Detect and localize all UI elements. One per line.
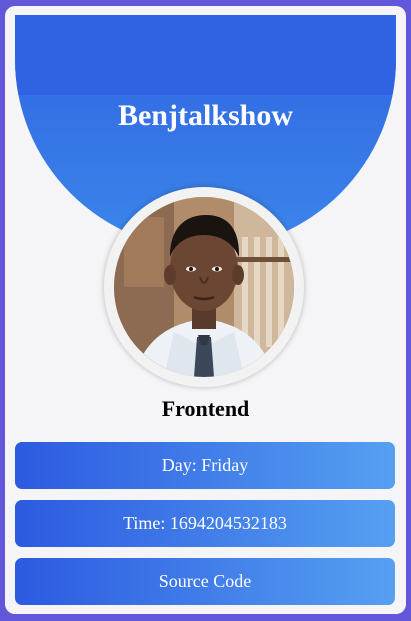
avatar-frame [104,187,304,387]
day-button[interactable]: Day: Friday [15,442,395,489]
avatar-photo [114,197,294,377]
avatar [114,197,294,377]
profile-role: Frontend [161,396,250,421]
profile-name: Benjtalkshow [117,99,294,132]
source-code-button[interactable]: Source Code [15,558,395,605]
time-button[interactable]: Time: 1694204532183 [15,500,395,547]
profile-card: Benjtalkshow Frontend Day: Friday Time: … [5,6,406,614]
header-top [15,15,396,95]
